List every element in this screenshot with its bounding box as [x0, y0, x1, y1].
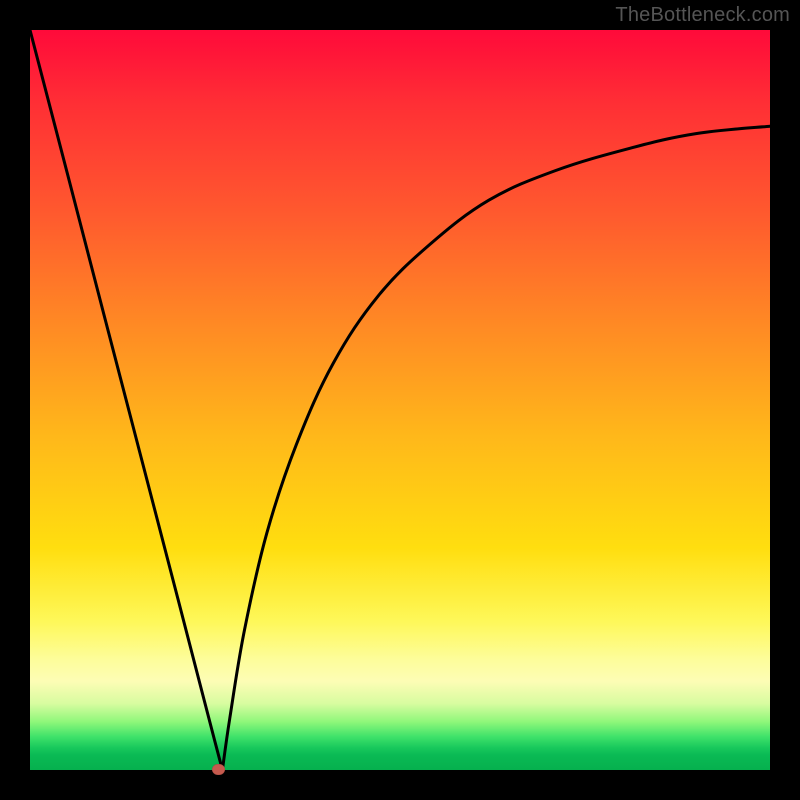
optimum-marker [212, 764, 225, 775]
plot-area [30, 30, 770, 770]
chart-frame: TheBottleneck.com [0, 0, 800, 800]
watermark-text: TheBottleneck.com [615, 4, 790, 27]
bottleneck-curve [30, 30, 770, 770]
